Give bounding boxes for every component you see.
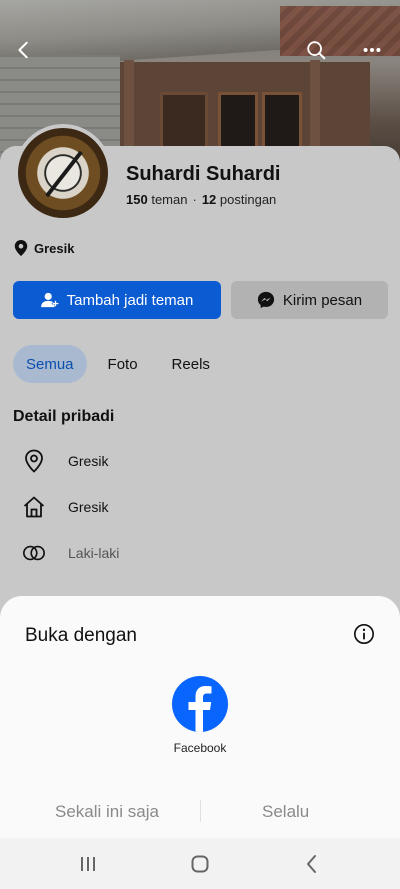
- back-button[interactable]: [8, 34, 40, 66]
- details-title: Detail pribadi: [13, 408, 115, 425]
- posts-label[interactable]: postingan: [220, 192, 276, 207]
- gender-rings-icon: [22, 541, 46, 565]
- stats-separator: ·: [192, 192, 197, 207]
- nav-back-icon: [307, 855, 316, 873]
- facebook-label: Facebook: [173, 741, 227, 755]
- open-with-sheet: Buka dengan Facebook Sekali ini saja Sel…: [0, 596, 400, 838]
- location-pin-icon: [22, 449, 46, 473]
- location-label: Gresik: [34, 240, 75, 256]
- home-nav-button[interactable]: [186, 850, 214, 878]
- sheet-title: Buka dengan: [25, 625, 137, 646]
- location-pin-icon: [14, 240, 28, 256]
- options-divider: [200, 800, 201, 822]
- tab-foto[interactable]: Foto: [95, 345, 151, 383]
- detail-label: Gresik: [68, 499, 109, 515]
- add-friend-icon: [40, 292, 59, 308]
- always-button[interactable]: Selalu: [262, 802, 309, 822]
- profile-tabs: Semua Foto Reels: [13, 345, 231, 383]
- screen: Suhardi Suhardi 150 teman · 12 postingan G…: [0, 0, 400, 889]
- posts-count[interactable]: 12: [202, 192, 216, 207]
- friends-label[interactable]: teman: [151, 192, 187, 207]
- friends-count[interactable]: 150: [126, 192, 148, 207]
- detail-label: Laki-laki: [68, 545, 120, 561]
- avatar-compass-needle: [45, 150, 83, 198]
- detail-item-hometown: Gresik: [22, 495, 108, 519]
- add-friend-label: Tambah jadi teman: [66, 291, 194, 309]
- recents-icon: [81, 857, 95, 871]
- home-icon: [22, 495, 46, 519]
- cover-window: [218, 92, 258, 152]
- message-label: Kirim pesan: [282, 291, 363, 309]
- just-once-button[interactable]: Sekali ini saja: [55, 802, 159, 822]
- messenger-icon: [257, 291, 274, 309]
- tab-reels[interactable]: Reels: [159, 345, 223, 383]
- back-nav-button[interactable]: [298, 850, 326, 878]
- more-button[interactable]: [356, 34, 388, 66]
- tab-semua[interactable]: Semua: [13, 345, 87, 383]
- facebook-icon: [172, 676, 228, 732]
- detail-label: Gresik: [68, 453, 109, 469]
- back-arrow-icon: [18, 41, 28, 59]
- message-button[interactable]: Kirim pesan: [231, 281, 388, 319]
- profile-avatar[interactable]: [14, 124, 112, 222]
- search-button[interactable]: [300, 34, 332, 66]
- profile-location: Gresik: [14, 240, 74, 256]
- system-navbar: [0, 838, 400, 889]
- add-friend-button[interactable]: Tambah jadi teman: [13, 281, 221, 319]
- cover-window: [262, 92, 302, 152]
- search-icon: [307, 41, 326, 60]
- facebook-app-option[interactable]: Facebook: [160, 676, 240, 755]
- home-button-icon: [191, 855, 209, 873]
- detail-item-location: Gresik: [22, 449, 108, 473]
- profile-name: Suhardi Suhardi: [126, 163, 281, 185]
- detail-item-gender: Laki-laki: [22, 541, 119, 565]
- info-icon[interactable]: [353, 623, 375, 645]
- more-icon: [363, 47, 381, 53]
- recents-button[interactable]: [74, 850, 102, 878]
- profile-stats: 150 teman · 12 postingan: [126, 192, 276, 207]
